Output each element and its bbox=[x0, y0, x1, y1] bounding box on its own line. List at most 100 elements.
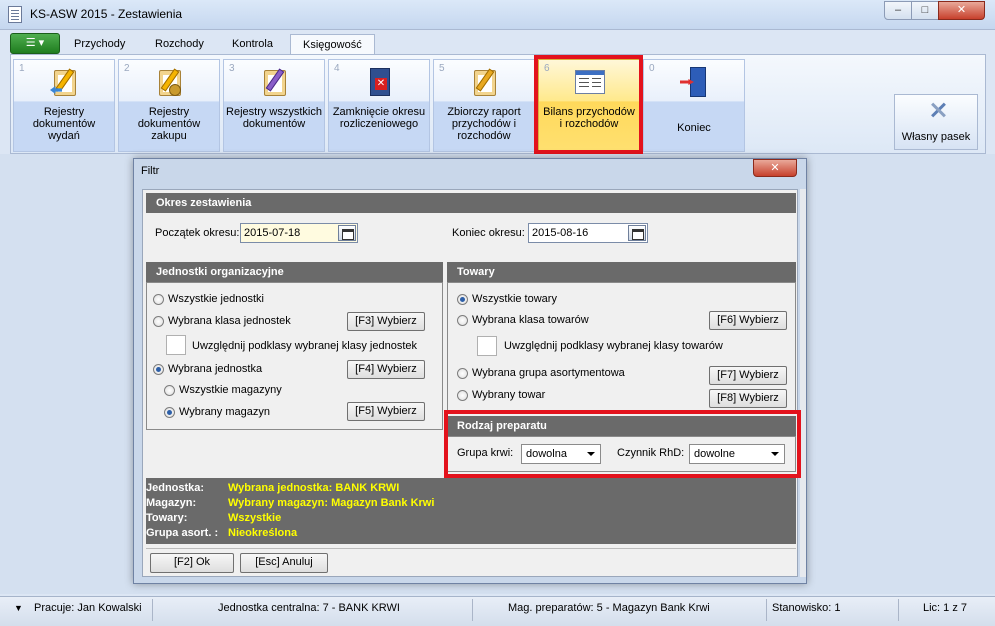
status-station: Stanowisko: 1 bbox=[772, 602, 841, 614]
exit-door-icon bbox=[680, 66, 710, 98]
dialog-title: Filtr bbox=[141, 165, 160, 177]
calendar-icon[interactable] bbox=[338, 225, 356, 241]
radio-label: Wybrany towar bbox=[472, 389, 546, 401]
radio-label: Wybrany magazyn bbox=[179, 406, 270, 418]
highlight-frame bbox=[534, 55, 643, 154]
button-label: Rejestry wszystkich dokumentów bbox=[226, 106, 322, 130]
radio-wszystkie-magazyny[interactable] bbox=[164, 385, 175, 396]
f6-wybierz-button[interactable]: [F6] Wybierz bbox=[709, 311, 787, 330]
towary-header: Towary bbox=[447, 262, 796, 282]
radio-klasa-towarow[interactable] bbox=[457, 315, 468, 326]
status-bar bbox=[0, 596, 995, 626]
radio-label: Wybrana klasa jednostek bbox=[168, 315, 291, 327]
radio-label: Wybrana grupa asortymentowa bbox=[472, 367, 625, 379]
summary-value: Wybrana jednostka: BANK KRWI bbox=[228, 482, 400, 494]
rejestry-wydan-button[interactable]: 1 Rejestry dokumentów wydań bbox=[13, 59, 115, 152]
checkbox-label: Uwzględnij podklasy wybranej klasy jedno… bbox=[192, 340, 418, 352]
rejestry-wszystkich-button[interactable]: 3 Rejestry wszystkich dokumentów bbox=[223, 59, 325, 152]
divider bbox=[898, 599, 899, 621]
status-dropdown-icon[interactable]: ▼ bbox=[14, 603, 23, 613]
cancel-button[interactable]: [Esc] Anuluj bbox=[240, 553, 328, 573]
app-menu-button[interactable]: ☰ ▾ bbox=[10, 33, 60, 54]
summary-key: Magazyn: bbox=[146, 497, 197, 509]
radio-label: Wszystkie magazyny bbox=[179, 384, 282, 396]
clipboard-coins-icon bbox=[155, 66, 185, 98]
poczatek-label: Początek okresu: bbox=[155, 227, 240, 239]
button-label: Zamknięcie okresu rozliczeniowego bbox=[332, 106, 426, 130]
koniec-value: 2015-08-16 bbox=[532, 227, 589, 239]
button-label: Rejestry dokumentów wydań bbox=[32, 106, 96, 142]
status-unit: Jednostka centralna: 7 - BANK KRWI bbox=[218, 602, 400, 614]
radio-wybrana-jednostka[interactable] bbox=[153, 364, 164, 375]
status-user: Pracuje: Jan Kowalski bbox=[34, 602, 142, 614]
radio-wybrany-magazyn[interactable] bbox=[164, 407, 175, 418]
radio-grupa-asortymentowa[interactable] bbox=[457, 368, 468, 379]
button-label: Koniec bbox=[677, 122, 711, 134]
status-license: Lic: 1 z 7 bbox=[923, 602, 968, 614]
okres-header: Okres zestawienia bbox=[146, 193, 796, 213]
radio-label: Wszystkie jednostki bbox=[168, 293, 264, 305]
maximize-button[interactable]: □ bbox=[911, 1, 939, 20]
zamkniecie-okresu-button[interactable]: 4 ✕ Zamknięcie okresu rozliczeniowego bbox=[328, 59, 430, 152]
summary-value: Wszystkie bbox=[228, 512, 282, 524]
tab-kontrola[interactable]: Kontrola bbox=[220, 34, 285, 54]
close-period-icon: ✕ bbox=[365, 66, 395, 98]
clipboard-report-icon bbox=[470, 66, 500, 98]
summary-key: Grupa asort. : bbox=[146, 527, 219, 539]
shortcut-number: 3 bbox=[229, 63, 235, 74]
f4-wybierz-button[interactable]: [F4] Wybierz bbox=[347, 360, 425, 379]
zbiorczy-raport-button[interactable]: 5 Zbiorczy raport przychodów i rozchodów bbox=[433, 59, 535, 152]
radio-label: Wszystkie towary bbox=[472, 293, 557, 305]
radio-wszystkie-towary[interactable] bbox=[457, 294, 468, 305]
button-label: Własny pasek bbox=[901, 131, 971, 143]
checkbox-label: Uwzględnij podklasy wybranej klasy towar… bbox=[504, 340, 723, 352]
radio-wszystkie-jednostki[interactable] bbox=[153, 294, 164, 305]
f5-wybierz-button[interactable]: [F5] Wybierz bbox=[347, 402, 425, 421]
radio-wybrany-towar[interactable] bbox=[457, 390, 468, 401]
podklasy-towarow-checkbox[interactable] bbox=[477, 336, 497, 356]
button-label: Zbiorczy raport przychodów i rozchodów bbox=[447, 106, 521, 142]
menu-icon: ☰ ▾ bbox=[25, 37, 45, 49]
tab-ksiegowosc[interactable]: Księgowość bbox=[290, 34, 375, 55]
f8-wybierz-button[interactable]: [F8] Wybierz bbox=[709, 389, 787, 408]
divider bbox=[152, 599, 153, 621]
shortcut-number: 5 bbox=[439, 63, 445, 74]
f3-wybierz-button[interactable]: [F3] Wybierz bbox=[347, 312, 425, 331]
highlight-frame bbox=[444, 410, 801, 478]
app-icon bbox=[8, 6, 22, 23]
calendar-icon[interactable] bbox=[628, 225, 646, 241]
shortcut-number: 0 bbox=[649, 63, 655, 74]
dialog-close-button[interactable]: ✕ bbox=[753, 159, 797, 177]
button-label: Rejestry dokumentów zakupu bbox=[137, 106, 201, 142]
summary-key: Jednostka: bbox=[146, 482, 205, 494]
dialog-scrollbar[interactable] bbox=[800, 189, 806, 577]
radio-klasa-jednostek[interactable] bbox=[153, 316, 164, 327]
radio-label: Wybrana klasa towarów bbox=[472, 314, 589, 326]
podklasy-jednostek-checkbox[interactable] bbox=[166, 335, 186, 355]
tools-icon bbox=[928, 101, 948, 118]
jednostki-header: Jednostki organizacyjne bbox=[146, 262, 443, 282]
wlasny-pasek-button[interactable]: Własny pasek bbox=[894, 94, 978, 150]
summary-value: Wybrany magazyn: Magazyn Bank Krwi bbox=[228, 497, 435, 509]
f7-wybierz-button[interactable]: [F7] Wybierz bbox=[709, 366, 787, 385]
minimize-button[interactable]: – bbox=[884, 1, 912, 20]
divider bbox=[472, 599, 473, 621]
clipboard-pen-icon bbox=[260, 66, 290, 98]
poczatek-value: 2015-07-18 bbox=[244, 227, 301, 239]
status-magazyn: Mag. preparatów: 5 - Magazyn Bank Krwi bbox=[508, 602, 710, 614]
summary-key: Towary: bbox=[146, 512, 188, 524]
radio-label: Wybrana jednostka bbox=[168, 363, 263, 375]
divider bbox=[766, 599, 767, 621]
shortcut-number: 1 bbox=[19, 63, 25, 74]
close-button[interactable]: ✕ bbox=[938, 1, 985, 20]
clipboard-export-icon bbox=[50, 66, 80, 98]
rejestry-zakupu-button[interactable]: 2 Rejestry dokumentów zakupu bbox=[118, 59, 220, 152]
koniec-button[interactable]: 0 Koniec bbox=[643, 59, 745, 152]
summary-value: Nieokreślona bbox=[228, 527, 298, 539]
tab-rozchody[interactable]: Rozchody bbox=[143, 34, 216, 54]
shortcut-number: 2 bbox=[124, 63, 130, 74]
ok-button[interactable]: [F2] Ok bbox=[150, 553, 234, 573]
window-title: KS-ASW 2015 - Zestawienia bbox=[30, 7, 183, 21]
koniec-label: Koniec okresu: bbox=[452, 227, 525, 239]
tab-przychody[interactable]: Przychody bbox=[62, 34, 137, 54]
